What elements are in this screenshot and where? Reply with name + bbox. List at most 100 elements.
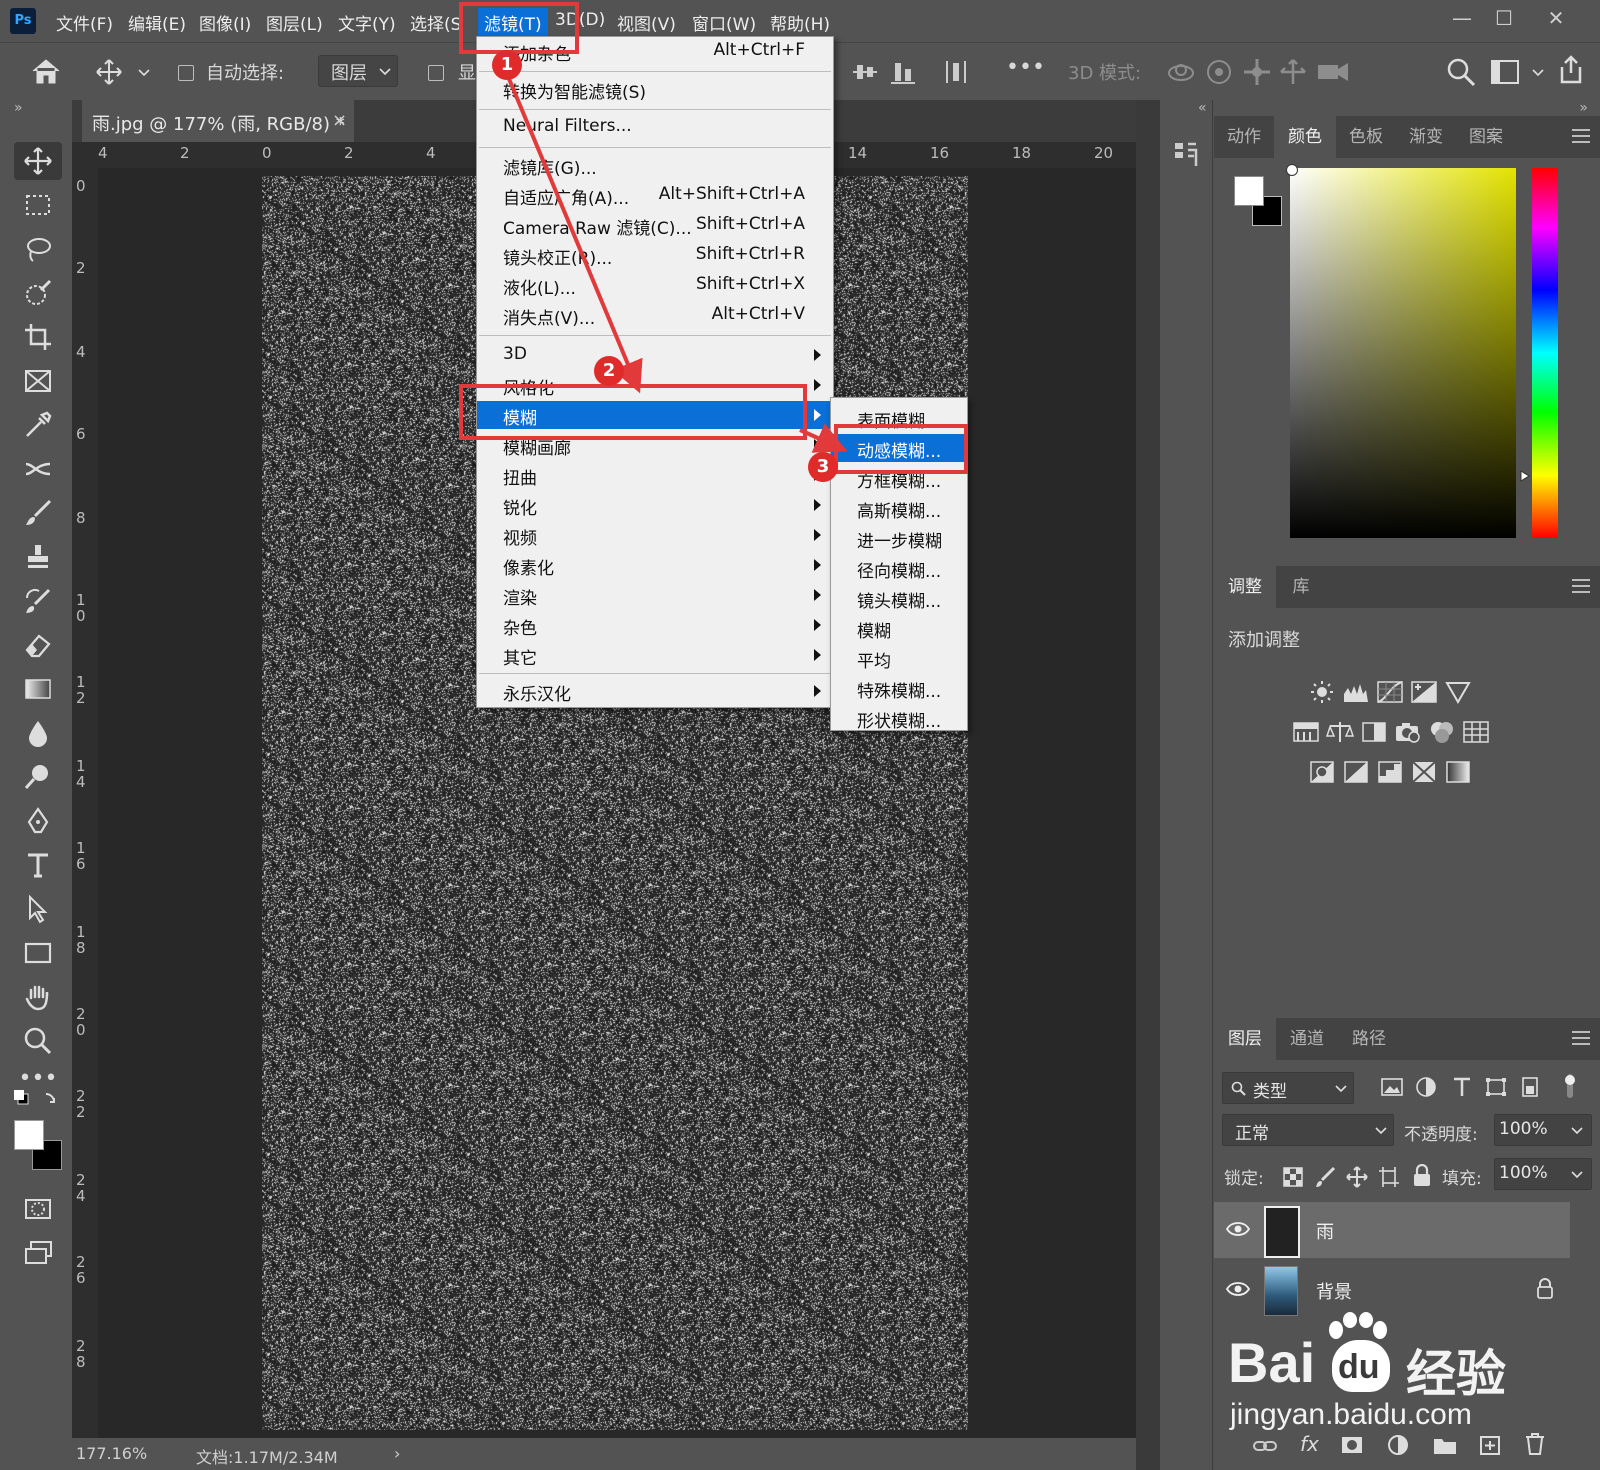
menu-file[interactable]: 文件(F): [56, 10, 113, 35]
black-white-icon[interactable]: [1360, 720, 1388, 744]
history-icon[interactable]: [1172, 140, 1200, 168]
color-balance-icon[interactable]: [1326, 720, 1354, 744]
lock-pixels-icon[interactable]: [1314, 1166, 1336, 1188]
menu-type[interactable]: 文字(Y): [338, 10, 396, 35]
close-window-button[interactable]: ✕: [1536, 4, 1576, 32]
search-icon[interactable]: [1446, 57, 1476, 87]
foreground-color-swatch[interactable]: [14, 1120, 44, 1150]
link-layers-icon[interactable]: [1252, 1438, 1278, 1454]
menu-item-3d[interactable]: 3D: [477, 341, 833, 369]
vibrance-icon[interactable]: [1444, 680, 1472, 704]
share-icon[interactable]: [1556, 55, 1586, 85]
hue-slider-handle-icon[interactable]: [1520, 470, 1530, 482]
submenu-item-blur-more[interactable]: 进一步模糊: [831, 524, 967, 552]
menu-item-render[interactable]: 渲染: [477, 581, 833, 609]
rectangle-tool[interactable]: [14, 934, 62, 972]
picker-cursor[interactable]: [1286, 164, 1298, 176]
blur-tool[interactable]: [14, 714, 62, 752]
tab-swatches[interactable]: 色板: [1336, 116, 1396, 158]
menu-edit[interactable]: 编辑(E): [128, 10, 186, 35]
gradient-map-icon[interactable]: [1444, 760, 1472, 784]
submenu-item-average[interactable]: 平均: [831, 644, 967, 672]
saturation-brightness-picker[interactable]: [1290, 168, 1516, 538]
align-bottom-icon[interactable]: [890, 59, 916, 85]
move-tool-icon[interactable]: [96, 59, 122, 85]
filter-shape-icon[interactable]: [1484, 1076, 1508, 1098]
submenu-item-lens-blur[interactable]: 镜头模糊...: [831, 584, 967, 612]
photo-filter-icon[interactable]: [1394, 720, 1422, 744]
tab-color[interactable]: 颜色: [1274, 116, 1336, 158]
crop-tool[interactable]: [14, 318, 62, 356]
lock-transparent-icon[interactable]: [1282, 1166, 1304, 1188]
more-options-button[interactable]: •••: [1006, 55, 1045, 80]
eraser-tool[interactable]: [14, 626, 62, 664]
eye-icon[interactable]: [1226, 1220, 1250, 1238]
menu-help[interactable]: 帮助(H): [770, 10, 830, 35]
menu-item-liquify[interactable]: 液化(L)... Shift+Ctrl+X: [477, 271, 833, 299]
posterize-icon[interactable]: [1342, 760, 1370, 784]
quick-mask-button[interactable]: [14, 1190, 62, 1228]
status-menu-arrow[interactable]: ›: [394, 1444, 400, 1463]
collapse-panels-icon[interactable]: »: [1579, 100, 1588, 116]
layer-row-background[interactable]: 背景: [1214, 1262, 1570, 1318]
fg-color-swatch[interactable]: [1234, 176, 1264, 206]
invert-icon[interactable]: [1308, 760, 1336, 784]
workspace-icon[interactable]: [1490, 59, 1520, 85]
move-tool[interactable]: [14, 142, 62, 180]
auto-select-target-dropdown[interactable]: 图层: [318, 55, 398, 87]
tab-gradients[interactable]: 渐变: [1396, 116, 1456, 158]
zoom-tool[interactable]: [14, 1022, 62, 1060]
3d-slide-icon[interactable]: [1278, 57, 1308, 87]
home-icon[interactable]: [30, 57, 62, 85]
filter-pixel-icon[interactable]: [1380, 1076, 1404, 1098]
dodge-tool[interactable]: [14, 758, 62, 796]
submenu-item-blur[interactable]: 模糊: [831, 614, 967, 642]
default-colors-icon[interactable]: [14, 1088, 62, 1114]
submenu-item-gaussian-blur[interactable]: 高斯模糊...: [831, 494, 967, 522]
chevron-down-icon[interactable]: [1532, 69, 1544, 77]
show-transform-checkbox[interactable]: [428, 65, 444, 81]
menu-item-video[interactable]: 视频: [477, 521, 833, 549]
tab-channels[interactable]: 通道: [1276, 1018, 1338, 1060]
menu-item-distort[interactable]: 扭曲: [477, 461, 833, 489]
threshold-icon[interactable]: [1376, 760, 1404, 784]
tab-actions[interactable]: 动作: [1214, 116, 1274, 158]
hand-tool[interactable]: [14, 978, 62, 1016]
close-document-icon[interactable]: ×: [332, 110, 347, 131]
marquee-tool[interactable]: [14, 186, 62, 224]
brightness-contrast-icon[interactable]: [1308, 680, 1336, 704]
menu-item-pixelate[interactable]: 像素化: [477, 551, 833, 579]
menu-item-lens-correction[interactable]: 镜头校正(R)... Shift+Ctrl+R: [477, 241, 833, 269]
hue-slider[interactable]: [1532, 168, 1558, 538]
menu-item-vanishing-point[interactable]: 消失点(V)... Alt+Ctrl+V: [477, 301, 833, 329]
layer-row-rain[interactable]: 雨: [1214, 1202, 1570, 1258]
lock-all-icon[interactable]: [1412, 1164, 1432, 1188]
history-brush-tool[interactable]: [14, 582, 62, 620]
add-mask-icon[interactable]: [1340, 1434, 1364, 1456]
zoom-level[interactable]: 177.16%: [76, 1444, 147, 1463]
lock-position-icon[interactable]: [1346, 1166, 1368, 1188]
distribute-icon[interactable]: [944, 59, 970, 85]
3d-pan-icon[interactable]: [1242, 57, 1272, 87]
menu-layer[interactable]: 图层(L): [266, 10, 323, 35]
menu-item-convert-smart-filter[interactable]: 转换为智能滤镜(S): [477, 75, 833, 103]
curves-icon[interactable]: [1376, 680, 1404, 704]
expand-panel-icon[interactable]: «: [1198, 100, 1207, 116]
menu-image[interactable]: 图像(I): [199, 10, 251, 35]
quick-select-tool[interactable]: [14, 274, 62, 312]
menu-item-filter-gallery[interactable]: 滤镜库(G)...: [477, 151, 833, 179]
collapse-toolbar-icon[interactable]: »: [14, 100, 23, 116]
exposure-icon[interactable]: [1410, 680, 1438, 704]
minimize-button[interactable]: —: [1442, 4, 1482, 32]
document-tab[interactable]: 雨.jpg @ 177% (雨, RGB/8) * ×: [82, 100, 354, 142]
new-group-icon[interactable]: [1432, 1434, 1458, 1456]
menu-item-other[interactable]: 其它: [477, 641, 833, 669]
eyedropper-tool[interactable]: [14, 406, 62, 444]
path-selection-tool[interactable]: [14, 890, 62, 928]
hue-saturation-icon[interactable]: [1292, 720, 1320, 744]
new-layer-icon[interactable]: [1478, 1434, 1502, 1456]
tab-libraries[interactable]: 库: [1276, 566, 1326, 608]
submenu-item-smart-blur[interactable]: 特殊模糊...: [831, 674, 967, 702]
filter-smart-object-icon[interactable]: [1518, 1076, 1542, 1098]
gradient-tool[interactable]: [14, 670, 62, 708]
